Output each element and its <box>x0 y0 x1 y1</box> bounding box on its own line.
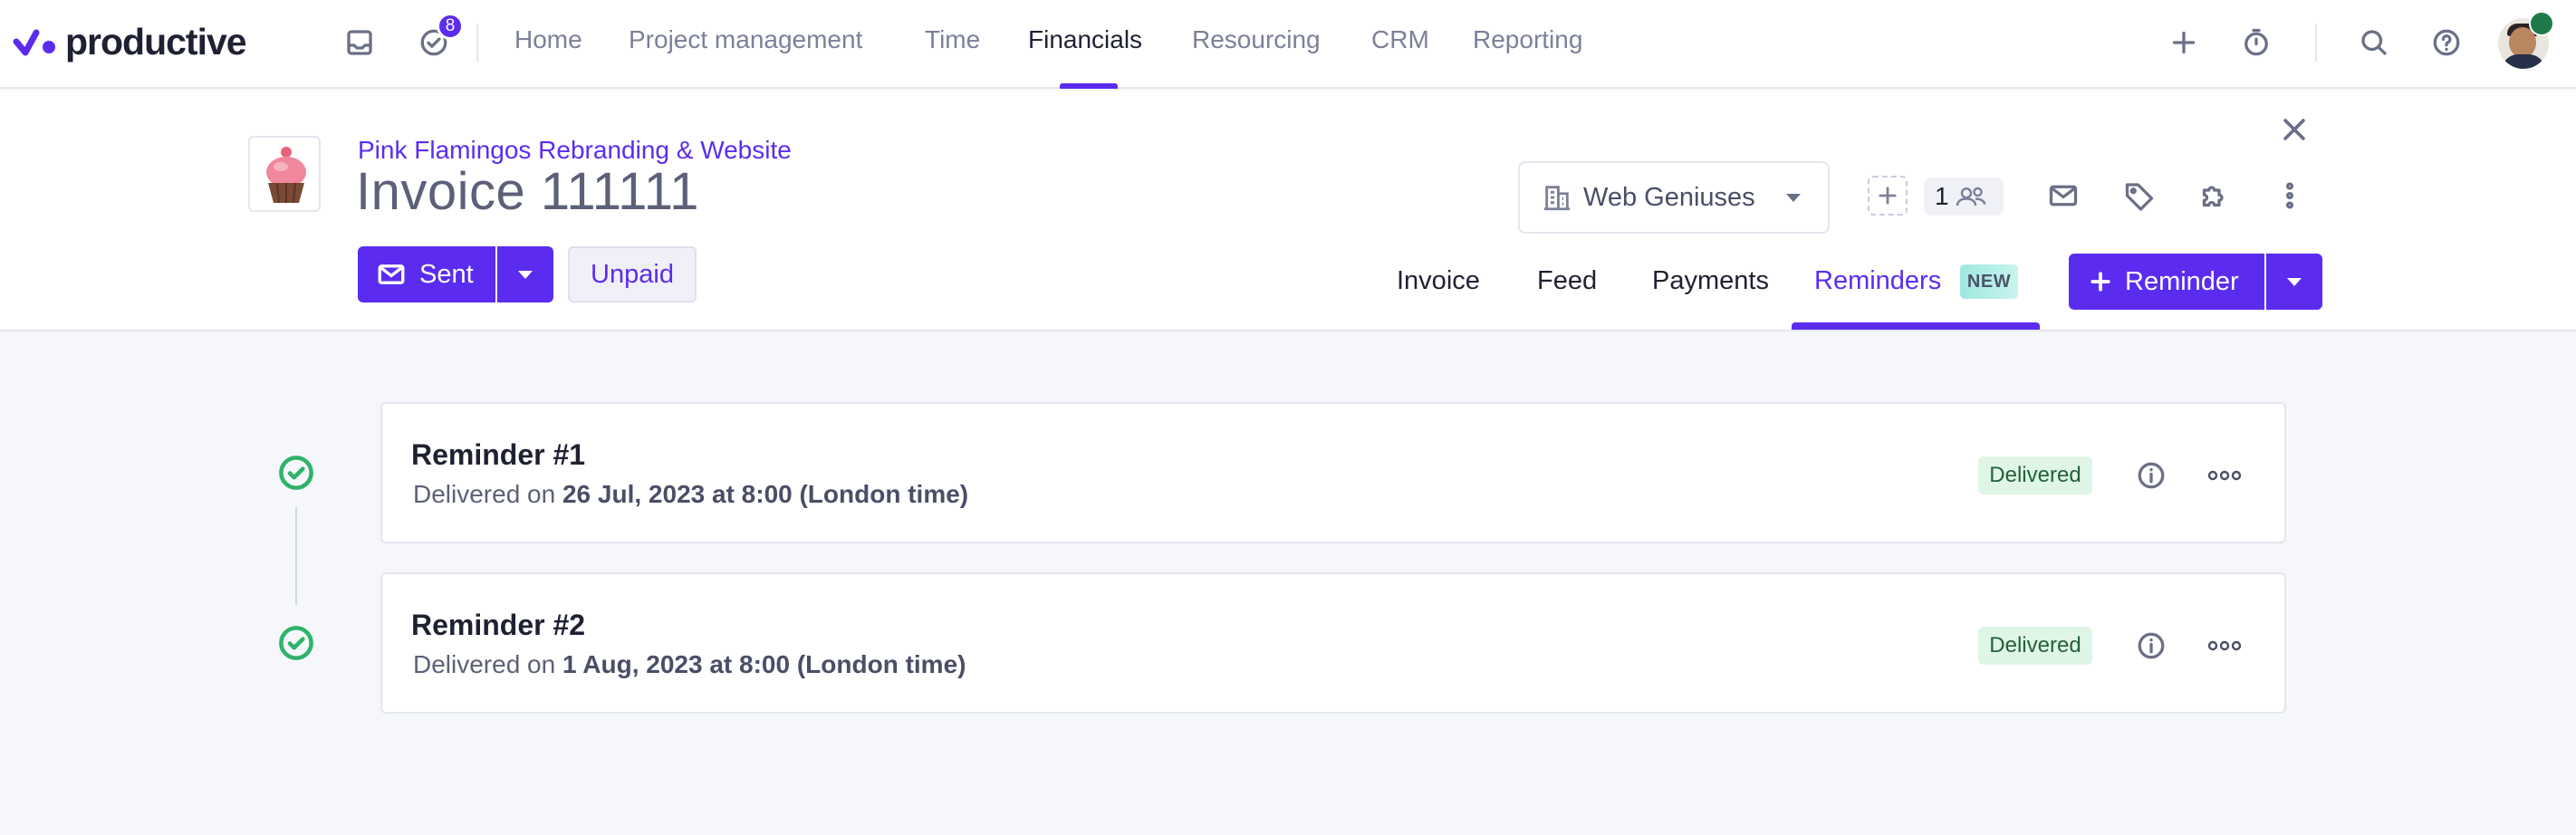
delivery-prefix: Delivered on <box>413 480 556 508</box>
tab-payments[interactable]: Payments <box>1652 266 1769 296</box>
tab-invoice[interactable]: Invoice <box>1397 266 1480 296</box>
cupcake-icon <box>266 147 306 204</box>
add-subscriber-button[interactable] <box>1868 176 1908 216</box>
reminder-status-indicator <box>277 624 315 662</box>
my-tasks-button[interactable]: 8 <box>413 13 464 63</box>
close-button[interactable] <box>2273 109 2315 150</box>
new-badge: NEW <box>1960 264 2018 299</box>
inbox-icon <box>347 30 372 55</box>
envelope-icon <box>378 264 405 284</box>
tab-feed[interactable]: Feed <box>1537 266 1597 296</box>
more-horizontal-icon <box>2207 640 2242 651</box>
reminder-info-button[interactable] <box>2130 625 2172 667</box>
nav-item-time[interactable]: Time <box>925 25 980 54</box>
building-icon <box>1543 186 1571 211</box>
timer-button[interactable] <box>2235 22 2277 63</box>
mail-icon <box>2049 185 2078 206</box>
top-navigation-bar: productive 8 Home Project management Tim… <box>0 0 2576 89</box>
timer-icon <box>2244 28 2268 56</box>
brand-name: productive <box>65 20 247 62</box>
search-icon <box>2361 30 2387 55</box>
reminder-delivery-text: Delivered on 26 Jul, 2023 at 8:00 (Londo… <box>413 480 968 509</box>
nav-item-reporting[interactable]: Reporting <box>1473 25 1582 54</box>
reminder-more-button[interactable] <box>2201 455 2248 496</box>
reminder-status-indicator <box>277 454 315 492</box>
reminder-delivery-text: Delivered on 1 Aug, 2023 at 8:00 (London… <box>413 650 966 679</box>
reminder-title: Reminder #2 <box>411 609 586 641</box>
tab-reminders[interactable]: Reminders <box>1814 266 1941 296</box>
tags-button[interactable] <box>2118 174 2161 217</box>
chevron-down-icon <box>518 270 533 279</box>
reminder-card: Reminder #2 Delivered on 1 Aug, 2023 at … <box>380 572 2286 714</box>
more-horizontal-icon <box>2207 470 2242 481</box>
nav-item-crm[interactable]: CRM <box>1371 25 1429 54</box>
reminder-info-button[interactable] <box>2130 455 2172 496</box>
integrations-button[interactable] <box>2192 174 2235 217</box>
info-icon <box>2138 632 2165 659</box>
plus-icon <box>1879 187 1897 205</box>
delivery-datetime: 1 Aug, 2023 at 8:00 (London time) <box>562 650 966 678</box>
inbox-button[interactable] <box>339 22 380 63</box>
timeline-connector <box>295 507 297 605</box>
nav-item-home[interactable]: Home <box>514 25 582 54</box>
puzzle-icon <box>2202 186 2224 207</box>
org-avatar-badge <box>2529 11 2554 36</box>
help-button[interactable] <box>2426 22 2467 63</box>
reminder-more-button[interactable] <box>2201 625 2248 667</box>
plus-icon <box>2091 272 2110 292</box>
sent-status-button[interactable]: Sent <box>358 246 495 302</box>
nav-divider <box>476 24 478 62</box>
company-name: Web Geniuses <box>1583 182 1755 212</box>
info-icon <box>2138 462 2165 489</box>
notifications-count-badge: 8 <box>437 13 464 40</box>
quick-add-button[interactable] <box>2163 22 2205 63</box>
active-tab-indicator <box>1792 322 2040 330</box>
close-icon <box>2283 119 2305 140</box>
tag-icon <box>2125 183 2154 211</box>
productive-logo[interactable]: productive <box>13 18 247 65</box>
people-icon <box>1956 187 1985 206</box>
chevron-down-icon <box>2287 277 2302 286</box>
subscribers-count: 1 <box>1935 182 1949 210</box>
reminder-options-dropdown[interactable] <box>2266 254 2322 310</box>
check-circle-icon <box>279 626 313 660</box>
delivery-datetime: 26 Jul, 2023 at 8:00 (London time) <box>562 480 969 508</box>
send-email-button[interactable] <box>2042 174 2085 217</box>
invoice-header: Pink Flamingos Rebranding & Website Invo… <box>0 91 2576 331</box>
company-select[interactable]: Web Geniuses <box>1518 161 1830 234</box>
productive-logo-icon <box>13 29 55 56</box>
invoice-title: Invoice 111111 <box>356 162 699 221</box>
nav-item-resourcing[interactable]: Resourcing <box>1192 25 1321 54</box>
check-circle-icon <box>279 456 313 490</box>
subscribers-button[interactable]: 1 <box>1924 178 2004 216</box>
help-icon <box>2433 29 2460 56</box>
more-options-button[interactable] <box>2268 174 2312 217</box>
nav-divider <box>2315 24 2317 62</box>
project-image <box>248 136 321 212</box>
search-button[interactable] <box>2353 22 2395 63</box>
status-badge: Delivered <box>1978 627 2092 665</box>
chevron-down-icon <box>1786 194 1801 202</box>
add-reminder-label: Reminder <box>2125 266 2239 296</box>
reminder-title: Reminder #1 <box>411 438 586 471</box>
status-badge: Delivered <box>1978 456 2092 494</box>
nav-item-financials[interactable]: Financials <box>1028 25 1142 54</box>
more-vertical-icon <box>2285 182 2294 209</box>
reminder-card: Reminder #1 Delivered on 26 Jul, 2023 at… <box>380 402 2286 543</box>
sent-options-dropdown[interactable] <box>497 246 553 302</box>
delivery-prefix: Delivered on <box>413 650 556 678</box>
active-nav-indicator <box>1060 83 1118 89</box>
payment-status-button[interactable]: Unpaid <box>568 246 697 302</box>
nav-item-project-management[interactable]: Project management <box>629 25 862 54</box>
plus-icon <box>2172 31 2196 54</box>
add-reminder-button[interactable]: Reminder <box>2069 254 2264 310</box>
sent-button-label: Sent <box>419 259 474 289</box>
